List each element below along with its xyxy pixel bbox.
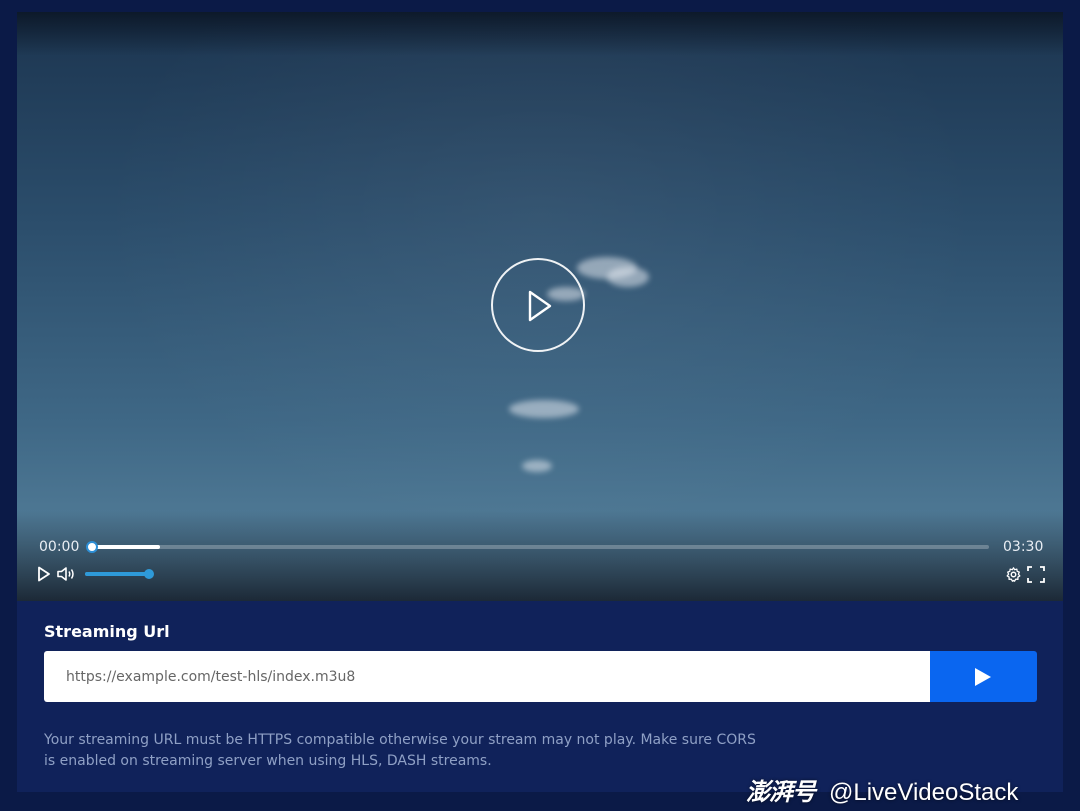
volume-fill	[85, 572, 149, 576]
cloud	[509, 400, 579, 418]
play-icon	[38, 566, 50, 582]
fullscreen-button[interactable]	[1027, 566, 1045, 588]
play-button[interactable]	[37, 566, 51, 587]
settings-button[interactable]	[1005, 566, 1022, 588]
streaming-url-input[interactable]	[44, 651, 930, 702]
player-card: 00:00 03:30 Streaming Url https://exampl…	[17, 12, 1063, 792]
fullscreen-icon	[1027, 566, 1045, 583]
volume-knob[interactable]	[144, 569, 154, 579]
seek-thumb[interactable]	[86, 541, 98, 553]
seek-bar[interactable]	[86, 541, 989, 553]
help-text: Your streaming URL must be HTTPS compati…	[44, 730, 764, 772]
watermark-handle: @LiveVideoStack	[829, 779, 1019, 806]
big-play-button[interactable]	[491, 258, 585, 352]
watermark: 澎湃号 @LiveVideoStack	[746, 772, 1018, 807]
gear-icon	[1006, 567, 1021, 582]
controls-shade	[17, 511, 1063, 601]
load-stream-button[interactable]	[930, 651, 1037, 702]
help-text-line: Your streaming URL must be HTTPS compati…	[44, 732, 756, 748]
video-area[interactable]: 00:00 03:30	[17, 12, 1063, 601]
top-shade	[17, 12, 1063, 56]
streaming-url-label: Streaming Url	[44, 622, 170, 641]
current-time: 00:00	[39, 539, 80, 555]
volume-slider[interactable]	[85, 569, 154, 579]
buffered-bar	[92, 545, 161, 549]
play-icon	[975, 668, 991, 686]
play-circle-icon	[528, 290, 552, 322]
cloud	[522, 460, 552, 472]
duration: 03:30	[1003, 539, 1044, 555]
volume-icon	[57, 567, 74, 581]
cloud	[607, 267, 649, 287]
help-text-line: is enabled on streaming server when usin…	[44, 753, 492, 769]
watermark-brand: 澎湃号	[746, 779, 816, 806]
mute-button[interactable]	[57, 566, 77, 587]
